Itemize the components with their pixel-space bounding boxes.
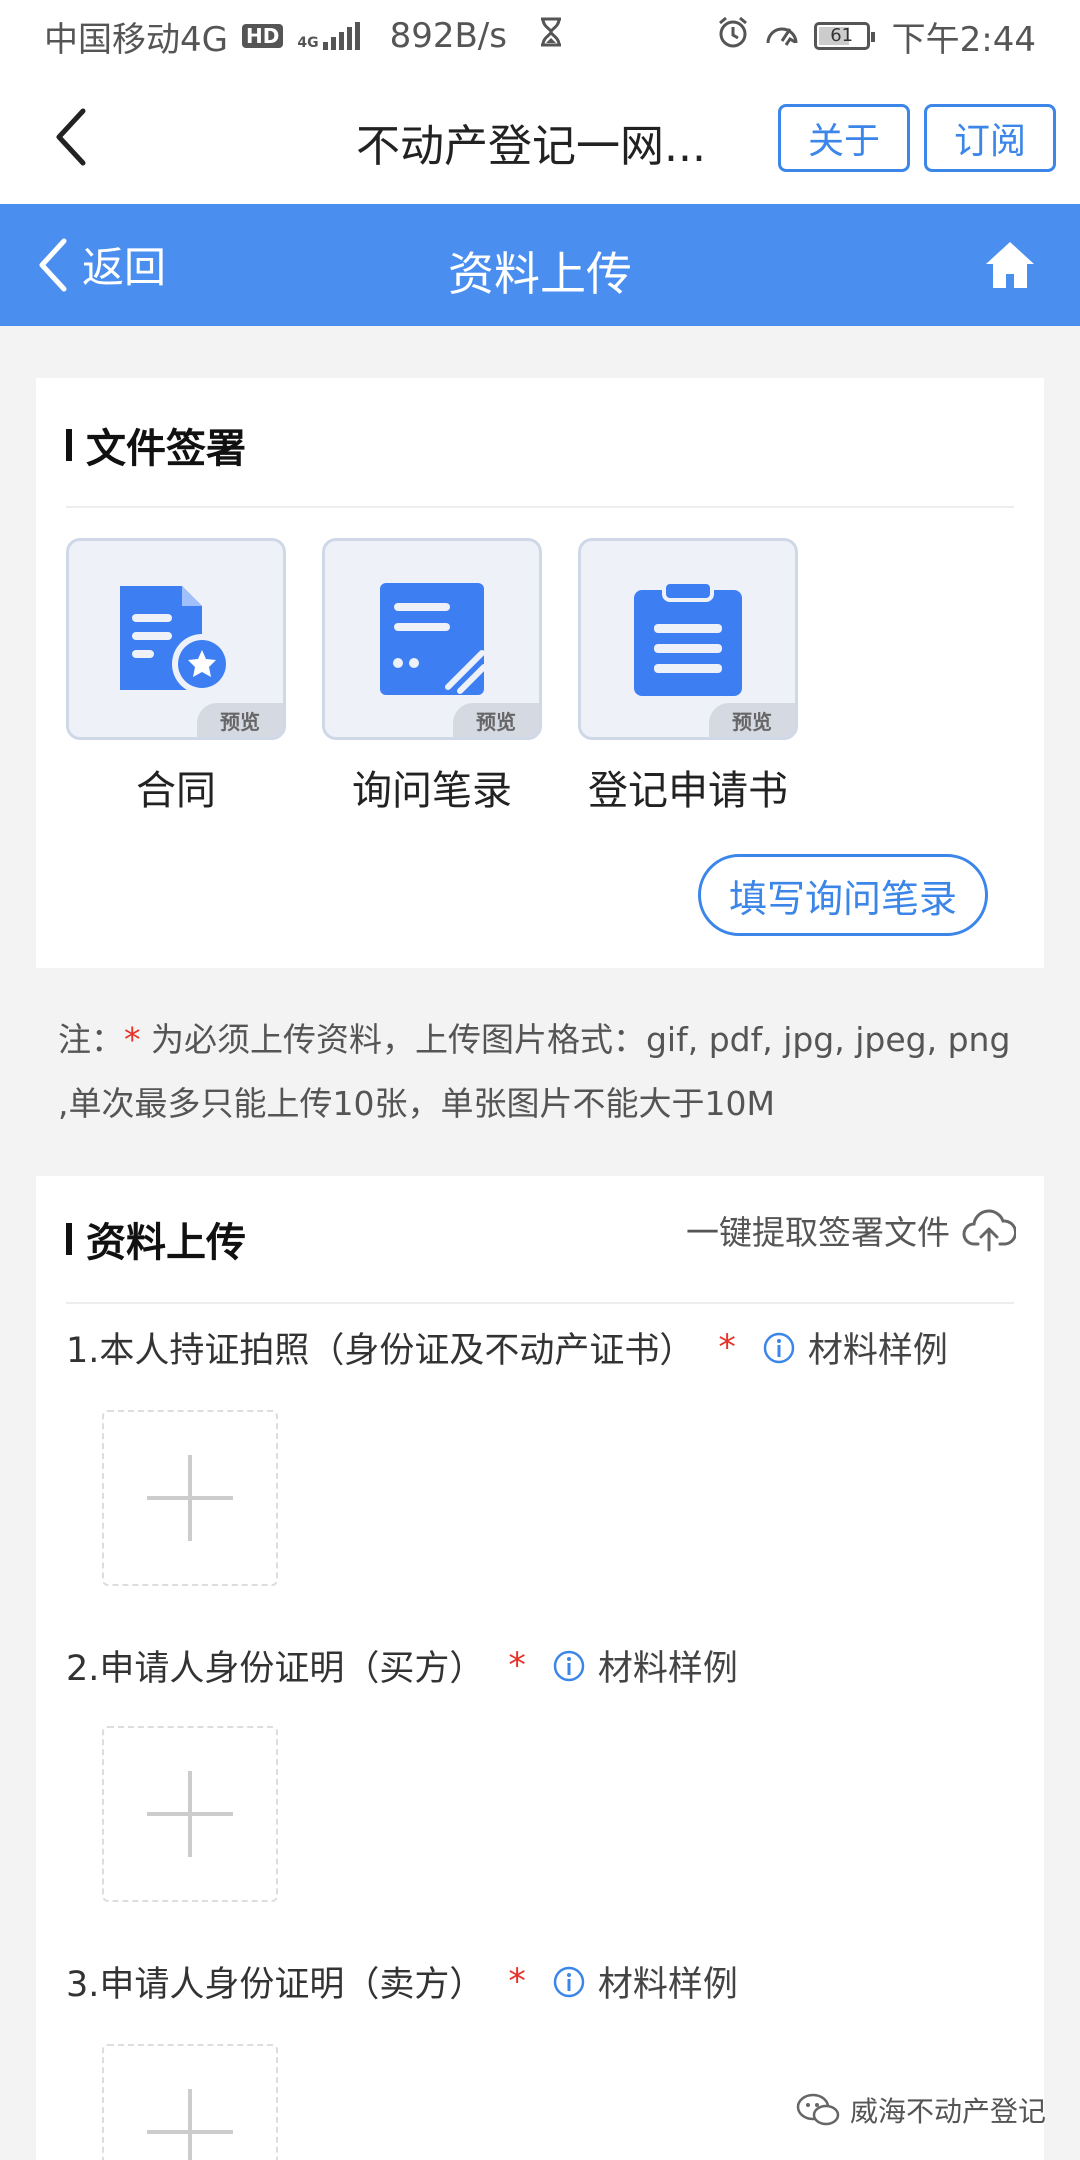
nav-bar: 返回 资料上传 <box>0 204 1080 326</box>
preview-tag: 预览 <box>453 703 539 737</box>
doc-application-form-thumb[interactable]: 预览 <box>578 538 798 740</box>
upload-item-label: 2.申请人身份证明（买方） * 材料样例 <box>66 1640 738 1691</box>
doc-contract[interactable]: 预览 合同 <box>66 538 286 816</box>
hd-badge: HD <box>241 24 284 48</box>
battery-level: 61 <box>830 25 854 46</box>
info-icon <box>763 1332 795 1363</box>
signal-icon: 4G <box>297 22 360 51</box>
required-mark: * <box>124 1020 141 1059</box>
preview-tag: 预览 <box>197 703 283 737</box>
upload-box[interactable] <box>102 1726 278 1902</box>
upload-box[interactable] <box>102 2044 278 2160</box>
doc-application-form[interactable]: 预览 登记申请书 <box>578 538 798 816</box>
upload-box[interactable] <box>102 1410 278 1586</box>
network-type: 4G <box>297 35 319 51</box>
plus-icon <box>147 1771 233 1857</box>
application-form-icon <box>634 580 742 696</box>
material-example-link[interactable]: 材料样例 <box>552 1956 738 2007</box>
plus-icon <box>147 2089 233 2160</box>
page-title: 不动产登记一网... <box>356 121 706 172</box>
home-icon <box>986 242 1034 288</box>
cloud-upload-icon <box>962 1209 1016 1252</box>
upload-item-label: 1.本人持证拍照（身份证及不动产证书） * 材料样例 <box>66 1322 948 1373</box>
required-mark: * <box>508 1645 526 1686</box>
upload-item-label: 3.申请人身份证明（卖方） * 材料样例 <box>66 1956 738 2007</box>
watermark: 威海不动产登记 <box>796 2090 1046 2130</box>
material-example-link[interactable]: 材料样例 <box>762 1322 948 1373</box>
hourglass-icon <box>539 16 563 56</box>
alarm-icon <box>716 15 750 58</box>
info-icon <box>553 1650 585 1681</box>
material-upload-card: 资料上传 一键提取签署文件 1.本人持证拍照（身份证及不动产证书） * 材料样例… <box>36 1176 1044 2160</box>
clock-time: 下午2:44 <box>891 19 1036 60</box>
doc-label: 询问笔录 <box>352 768 512 814</box>
status-bar: 中国移动4G HD 4G 892B/s 61 下午2:44 <box>0 0 1080 72</box>
extract-signed-files-button[interactable]: 一键提取签署文件 <box>686 1206 1016 1254</box>
material-example-link[interactable]: 材料样例 <box>552 1640 738 1691</box>
contract-icon <box>120 586 232 694</box>
info-icon <box>553 1966 585 1997</box>
nav-title: 资料上传 <box>448 247 632 301</box>
inquiry-record-icon <box>380 583 487 695</box>
doc-inquiry-record[interactable]: 预览 询问笔录 <box>322 538 542 816</box>
wechat-icon <box>796 2093 840 2126</box>
fill-inquiry-record-button[interactable]: 填写询问笔录 <box>698 854 988 936</box>
section-title-upload: 资料上传 <box>66 1210 246 1268</box>
speedometer-icon <box>764 15 800 58</box>
section-title-signing: 文件签署 <box>66 416 246 474</box>
app-header: 不动产登记一网... 关于 订阅 <box>0 72 1080 204</box>
back-button[interactable] <box>36 102 106 172</box>
upload-note: 注：* 为必须上传资料，上传图片格式：gif, pdf, jpg, jpeg, … <box>58 1020 1011 1123</box>
required-mark: * <box>508 1961 526 2002</box>
home-button[interactable] <box>984 240 1036 294</box>
chevron-left-icon <box>56 108 86 166</box>
doc-contract-thumb[interactable]: 预览 <box>66 538 286 740</box>
carrier-label: 中国移动4G <box>44 19 228 60</box>
doc-label: 合同 <box>136 768 216 814</box>
doc-inquiry-record-thumb[interactable]: 预览 <box>322 538 542 740</box>
doc-label: 登记申请书 <box>588 768 788 814</box>
battery-icon: 61 <box>813 22 875 50</box>
subscribe-button[interactable]: 订阅 <box>924 104 1056 172</box>
file-signing-card: 文件签署 预览 合同 预览 询问笔录 预览 登记申请书 填写询问笔录 <box>36 378 1044 968</box>
required-mark: * <box>718 1327 736 1368</box>
network-speed: 892B/s <box>389 16 507 56</box>
plus-icon <box>147 1455 233 1541</box>
about-button[interactable]: 关于 <box>778 104 910 172</box>
preview-tag: 预览 <box>709 703 795 737</box>
